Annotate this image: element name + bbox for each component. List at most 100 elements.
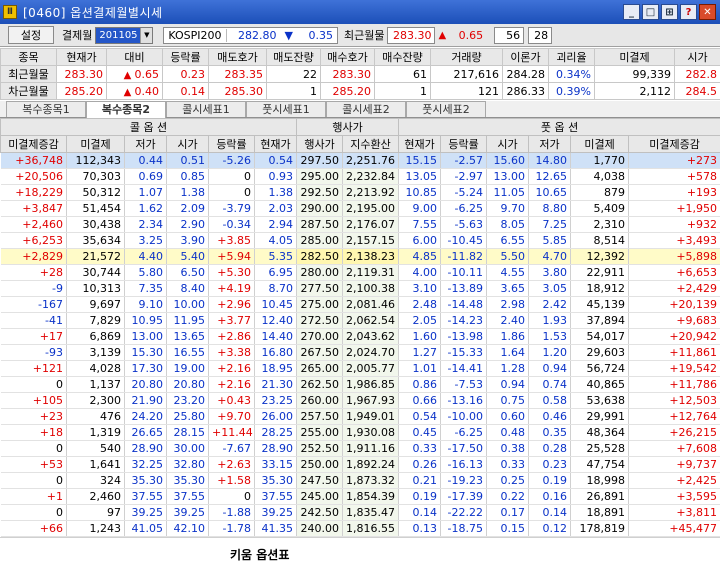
table-cell: 0.17: [486, 504, 530, 521]
table-cell: 29,603: [570, 344, 630, 361]
table-row[interactable]: +105 2,300 21.90 23.20 +0.43 23.25 260.00 1,967…: [0, 392, 720, 409]
table-row[interactable]: +121 4,028 17.30 19.00 +2.16 18.95 265.00 2,005…: [0, 360, 720, 377]
column-header[interactable]: 미결제증감: [628, 135, 720, 153]
table-cell: 250.00: [296, 456, 344, 473]
table-row[interactable]: +3,847 51,454 1.62 2.09 -3.79 2.03 290.00 2,195…: [0, 200, 720, 217]
table-row[interactable]: +18 1,319 26.65 28.15 +11.44 28.25 255.00 1,930…: [0, 424, 720, 441]
table-row[interactable]: +36,748 112,343 0.44 0.51 -5.26 0.54 297.50 2,2…: [0, 152, 720, 169]
close-icon[interactable]: ✕: [699, 4, 716, 20]
column-header[interactable]: 등락률: [208, 135, 255, 153]
table-cell: 1.62: [124, 200, 167, 217]
table-cell: 1.38: [166, 184, 209, 201]
minimize-icon[interactable]: _: [623, 4, 640, 20]
column-header[interactable]: 등락률: [440, 135, 488, 153]
table-cell: 53,638: [570, 392, 630, 409]
summary-cell-rate: 0.14: [162, 82, 209, 100]
table-row[interactable]: 0 324 35.30 35.30 +1.58 35.30 247.50 1,873.32 0.…: [0, 472, 720, 489]
chevron-down-icon[interactable]: ▼: [140, 27, 153, 43]
column-header[interactable]: 시가: [486, 135, 530, 153]
column-header[interactable]: 시가: [166, 135, 209, 153]
table-cell: -10.11: [440, 264, 488, 281]
table-cell: -1.78: [208, 520, 255, 537]
pin-icon[interactable]: ⊞: [661, 4, 678, 20]
app-icon: Ⅱ: [3, 5, 17, 19]
table-row[interactable]: +28 30,744 5.80 6.50 +5.30 6.95 280.00 2,119.31…: [0, 264, 720, 281]
strike-group-header: 행사가: [296, 118, 400, 136]
table-row[interactable]: -93 3,139 15.30 16.55 +3.38 16.80 267.50 2,024.…: [0, 344, 720, 361]
table-cell: 0.54: [398, 408, 442, 425]
tab-5[interactable]: 콜시세표2: [326, 101, 406, 117]
month-select[interactable]: 201105 ▼: [95, 26, 154, 44]
table-cell: 1.28: [486, 360, 530, 377]
table-cell: +5,898: [628, 248, 720, 265]
column-header[interactable]: 현재가: [398, 135, 442, 153]
tab-4[interactable]: 풋시세표1: [246, 101, 326, 117]
column-header[interactable]: 미결제: [66, 135, 125, 153]
table-cell: 0.22: [486, 488, 530, 505]
summary-row[interactable]: 최근월물 283.30 ▲ 0.65 0.23 283.35 22 283.30 61 217,…: [0, 65, 720, 83]
settings-button[interactable]: 설정: [8, 26, 54, 44]
table-cell: 178,819: [570, 520, 630, 537]
table-cell: 0.46: [528, 408, 572, 425]
table-cell: +11,786: [628, 376, 720, 393]
table-cell: +53: [0, 456, 67, 473]
table-row[interactable]: +6,253 35,634 3.25 3.90 +3.85 4.05 285.00 2,157…: [0, 232, 720, 249]
table-row[interactable]: 0 97 39.25 39.25 -1.88 39.25 242.50 1,835.47 0.1…: [0, 504, 720, 521]
table-cell: 879: [570, 184, 630, 201]
table-cell: -13.16: [440, 392, 488, 409]
table-row[interactable]: +53 1,641 32.25 32.80 +2.63 33.15 250.00 1,892.…: [0, 456, 720, 473]
table-cell: 270.00: [296, 328, 344, 345]
column-header[interactable]: 현재가: [253, 135, 298, 153]
table-row[interactable]: -167 9,697 9.10 10.00 +2.96 10.45 275.00 2,081.…: [0, 296, 720, 313]
table-cell: 1.60: [398, 328, 442, 345]
column-header[interactable]: 저가: [124, 135, 167, 153]
table-cell: 35,634: [66, 232, 125, 249]
table-cell: 22,911: [570, 264, 630, 281]
table-cell: 245.00: [296, 488, 344, 505]
table-cell: 0.75: [486, 392, 530, 409]
table-row[interactable]: -41 7,829 10.95 11.95 +3.77 12.40 272.50 2,062.…: [0, 312, 720, 329]
table-row[interactable]: +1 2,460 37.55 37.55 0 37.55 245.00 1,854.39 0.1…: [0, 488, 720, 505]
column-header[interactable]: 지수환산: [342, 135, 400, 153]
tab-2[interactable]: 복수종목2: [86, 101, 166, 118]
table-cell: 18.95: [254, 360, 298, 377]
summary-cell-theory: 284.28: [502, 65, 549, 83]
table-cell: +66: [0, 520, 67, 537]
table-row[interactable]: +17 6,869 13.00 13.65 +2.86 14.40 270.00 2,043.…: [0, 328, 720, 345]
tab-1[interactable]: 복수종목1: [6, 101, 86, 117]
table-row[interactable]: +2,460 30,438 2.34 2.90 -0.34 2.94 287.50 2,176…: [0, 216, 720, 233]
table-cell: 0.13: [398, 520, 442, 537]
table-cell: 30,438: [66, 216, 125, 233]
table-cell: 35.30: [124, 472, 167, 489]
column-header[interactable]: 저가: [528, 135, 572, 153]
table-cell: 7.35: [124, 280, 167, 297]
restore-icon[interactable]: □: [642, 4, 659, 20]
table-cell: 0: [0, 440, 67, 457]
help-icon[interactable]: ?: [680, 4, 697, 20]
table-cell: 0.33: [398, 440, 442, 457]
put-group-header: 풋 옵 션: [398, 118, 720, 136]
table-row[interactable]: 0 1,137 20.80 20.80 +2.16 21.30 262.50 1,986.85…: [0, 376, 720, 393]
table-cell: +1: [0, 488, 67, 505]
tab-6[interactable]: 풋시세표2: [406, 101, 486, 117]
tab-3[interactable]: 콜시세표1: [166, 101, 246, 117]
table-row[interactable]: 0 540 28.90 30.00 -7.67 28.90 252.50 1,911.16 0.…: [0, 440, 720, 457]
table-row[interactable]: +20,506 70,303 0.69 0.85 0 0.93 295.00 2,232.84…: [0, 168, 720, 185]
table-cell: 2.34: [124, 216, 167, 233]
table-row[interactable]: +66 1,243 41.05 42.10 -1.78 41.35 240.00 1,816.…: [0, 520, 720, 537]
table-cell: +7,608: [628, 440, 720, 457]
table-row[interactable]: -9 10,313 7.35 8.40 +4.19 8.70 277.50 2,100.38 3…: [0, 280, 720, 297]
month-label: 결제월: [62, 29, 93, 42]
table-row[interactable]: +23 476 24.20 25.80 +9.70 26.00 257.50 1,949.01…: [0, 408, 720, 425]
table-row[interactable]: +2,829 21,572 4.40 5.40 +5.94 5.35 282.50 2,138…: [0, 248, 720, 265]
table-cell: 3.05: [528, 280, 572, 297]
summary-row[interactable]: 차근월물 285.20 ▲ 0.40 0.14 285.30 1 285.20 1 121 286…: [0, 82, 720, 100]
summary-cell-oi: 99,339: [594, 65, 675, 83]
table-cell: 262.50: [296, 376, 344, 393]
column-header[interactable]: 미결제: [570, 135, 630, 153]
table-cell: +3,493: [628, 232, 720, 249]
column-header[interactable]: 행사가: [296, 135, 344, 153]
table-cell: 13.65: [166, 328, 209, 345]
column-header[interactable]: 미결제증감: [0, 135, 67, 153]
table-row[interactable]: +18,229 50,312 1.07 1.38 0 1.38 292.50 2,213.92…: [0, 184, 720, 201]
